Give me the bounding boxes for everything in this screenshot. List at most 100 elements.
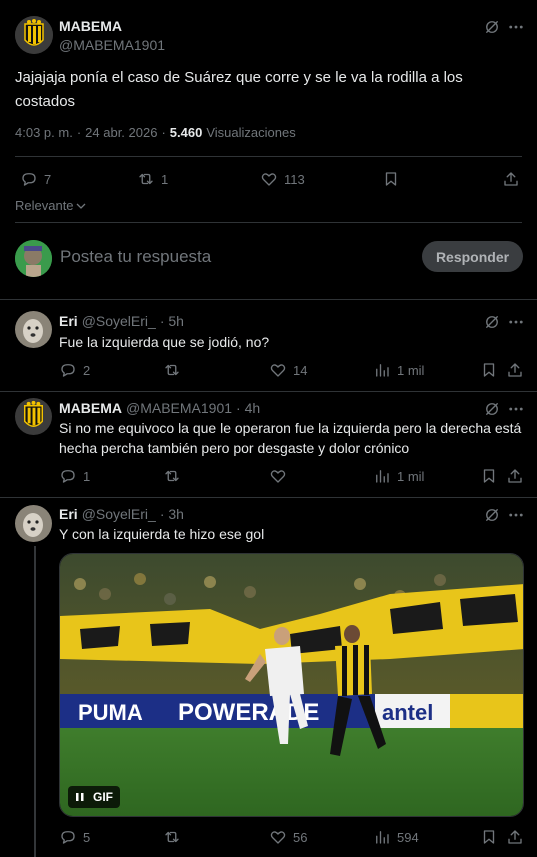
sort-dropdown[interactable]: Relevante [15,198,86,213]
sort-label: Relevante [15,198,74,213]
penarol-crest-icon [15,398,52,435]
share-button[interactable] [506,361,524,384]
share-button[interactable] [506,467,524,490]
post-time[interactable]: 4:03 p. m. [15,125,73,140]
grok-icon[interactable] [483,506,501,529]
heart-icon [270,831,286,844]
share-icon [504,172,518,186]
divider [0,299,537,300]
ad-board-text: PUMA [78,700,143,725]
reply-author-name[interactable]: Eri [59,313,78,329]
reply-count: 7 [44,171,52,187]
divider [0,497,537,498]
reply-header: MABEMA @MABEMA1901 · 4h [59,400,260,416]
views-button[interactable]: 1 mil [373,361,424,379]
reply-count: 2 [83,362,91,378]
like-button[interactable]: 56 [269,828,307,846]
divider [15,222,522,223]
reply-header: Eri @SoyelEri_ · 5h [59,313,184,329]
like-button[interactable]: 113 [260,170,305,188]
like-button[interactable] [269,467,287,485]
like-count: 14 [293,362,308,378]
bookmark-icon [385,172,397,186]
soccer-match-image: PUMA POWERADE antel [60,554,523,816]
reply-avatar[interactable] [15,398,52,435]
cartoon-avatar-icon [15,240,52,277]
reply-icon [22,173,36,186]
gif-badge[interactable]: GIF [68,786,120,808]
repost-button[interactable] [163,467,181,485]
reply-button[interactable]: 5 [59,828,90,846]
reply-author-handle[interactable]: @SoyelEri_ [82,506,156,522]
author-name[interactable]: MABEMA [59,18,122,34]
reply-composer-input[interactable]: Postea tu respuesta [60,247,211,267]
repost-button[interactable]: 1 [137,170,168,188]
analytics-icon [376,470,389,483]
reply-icon [61,831,75,844]
grok-icon[interactable] [483,18,501,41]
share-icon [508,469,522,483]
grok-icon[interactable] [483,313,501,336]
reply-icon [61,364,75,377]
thread-line [34,546,36,857]
views-button[interactable]: 1 mil [373,467,424,485]
reply-time[interactable]: · 4h [236,400,260,416]
like-count: 56 [293,829,308,845]
post-text: Jajajaja ponía el caso de Suárez que cor… [15,66,525,114]
heart-icon [261,173,277,186]
like-button[interactable]: 14 [269,361,307,379]
reply-text: Y con la izquierda te hizo ese gol [59,526,265,542]
author-handle[interactable]: @MABEMA1901 [59,37,165,53]
bookmark-icon [483,830,495,844]
bookmark-icon [483,363,495,377]
reply-time[interactable]: · 5h [160,313,184,329]
views-count: 1 mil [397,468,425,484]
repost-count: 1 [161,171,169,187]
reply-button[interactable]: 1 [59,467,90,485]
reply-avatar[interactable] [15,505,52,542]
analytics-icon [376,364,389,377]
views-button[interactable]: 594 [373,828,419,846]
more-options-icon[interactable] [507,18,525,41]
ad-board-text: antel [382,700,433,725]
repost-icon [139,173,153,185]
bookmark-button[interactable] [480,467,498,490]
penarol-crest-icon [15,16,53,54]
bookmark-button[interactable] [382,170,400,193]
bookmark-button[interactable] [480,828,498,851]
share-button[interactable] [506,828,524,851]
views-label: Visualizaciones [206,125,296,140]
author-avatar[interactable] [15,16,53,54]
gif-media[interactable]: PUMA POWERADE antel GIF [59,553,524,817]
views-count: 5.460 [169,125,203,140]
more-options-icon[interactable] [507,506,525,529]
dog-avatar-icon [15,505,52,542]
share-button[interactable] [502,170,520,193]
views-count: 594 [397,829,419,845]
reply-time[interactable]: · 3h [160,506,184,522]
reply-button[interactable]: 2 [59,361,90,379]
reply-author-handle[interactable]: @SoyelEri_ [82,313,156,329]
repost-button[interactable] [163,361,181,379]
like-count: 113 [284,171,305,187]
reply-author-handle[interactable]: @MABEMA1901 [126,400,232,416]
more-options-icon[interactable] [507,313,525,336]
bookmark-button[interactable] [480,361,498,384]
pause-icon [76,793,84,801]
reply-header: Eri @SoyelEri_ · 3h [59,506,184,522]
reply-submit-button[interactable]: Responder [422,241,523,272]
reply-avatar[interactable] [15,311,52,348]
reply-icon [61,470,75,483]
reply-author-name[interactable]: MABEMA [59,400,122,416]
reply-button[interactable]: 7 [20,170,51,188]
post-date[interactable]: 24 abr. 2026 [85,125,157,140]
reply-author-name[interactable]: Eri [59,506,78,522]
meta-separator: · [76,125,82,140]
divider [15,156,522,157]
gif-label: GIF [93,790,113,804]
post-meta: 4:03 p. m. · 24 abr. 2026 · 5.460 Visual… [15,125,296,140]
chevron-down-icon [76,203,86,209]
repost-button[interactable] [163,828,181,846]
repost-icon [165,364,179,376]
user-avatar[interactable] [15,240,52,277]
